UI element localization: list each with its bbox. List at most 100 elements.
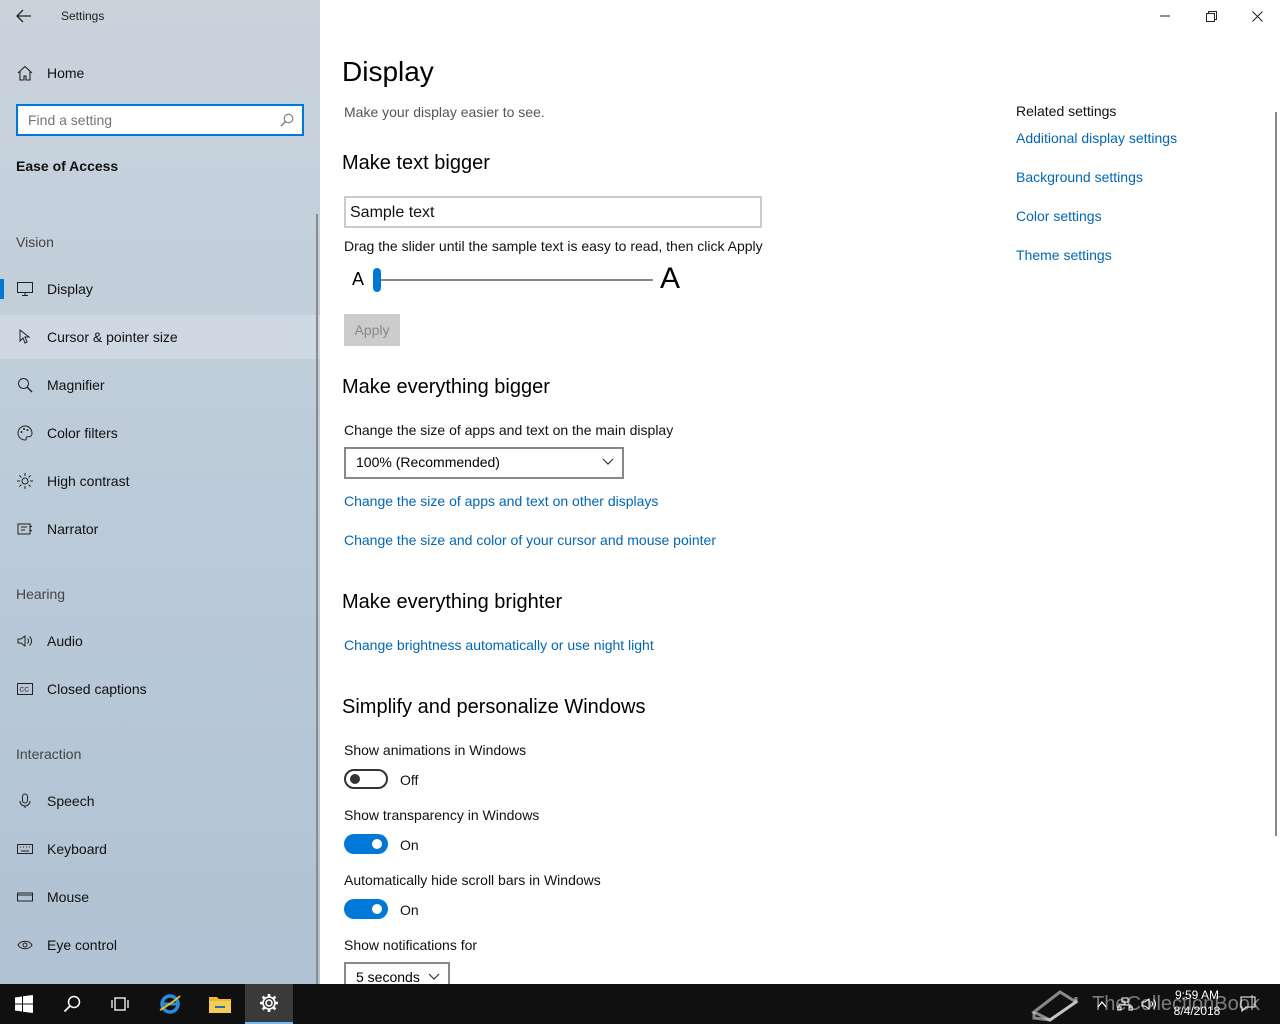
link-theme[interactable]: Theme settings [1016, 247, 1112, 263]
task-view-button[interactable] [96, 984, 144, 1024]
animations-state: Off [400, 772, 419, 788]
search-icon[interactable] [280, 113, 294, 132]
text-size-slider[interactable]: A A [344, 262, 694, 298]
search-input[interactable] [18, 106, 268, 134]
clock-time: 9:59 AM [1174, 988, 1220, 1002]
internet-explorer-icon [159, 994, 181, 1014]
edge-button[interactable] [146, 984, 194, 1024]
sidebar-item-cursor[interactable]: Cursor & pointer size [0, 315, 320, 359]
microphone-icon [16, 792, 34, 810]
monitor-icon [16, 280, 34, 298]
sidebar: Settings Home Ease of Access Vision Disp… [0, 0, 320, 984]
back-arrow-icon [16, 9, 31, 23]
sidebar-item-label: Keyboard [47, 841, 107, 857]
sidebar-item-eye-control[interactable]: Eye control [0, 923, 320, 967]
search-icon [63, 995, 81, 1013]
scale-label: Change the size of apps and text on the … [344, 422, 674, 438]
main-content: Display Make your display easier to see.… [320, 0, 1280, 994]
back-button[interactable] [8, 4, 40, 28]
eye-icon [16, 936, 34, 954]
group-header-interaction: Interaction [16, 746, 82, 762]
action-center-button[interactable] [1236, 984, 1260, 1024]
sidebar-item-mouse[interactable]: Mouse [0, 875, 320, 919]
link-night-light[interactable]: Change brightness automatically or use n… [344, 637, 654, 653]
sidebar-item-label: Speech [47, 793, 95, 809]
link-cursor-settings[interactable]: Change the size and color of your cursor… [344, 532, 716, 548]
cursor-icon [16, 328, 34, 346]
palette-icon [16, 424, 34, 442]
sidebar-item-label: Mouse [47, 889, 90, 905]
sidebar-item-home[interactable]: Home [0, 51, 320, 95]
heading-brighter: Make everything brighter [342, 591, 563, 613]
group-header-hearing: Hearing [16, 586, 66, 602]
clock[interactable]: 9:59 AM 8/4/2018 [1162, 987, 1232, 1019]
chevron-down-icon [428, 973, 440, 980]
sidebar-item-display[interactable]: Display [0, 267, 320, 311]
show-hidden-icons-button[interactable] [1092, 984, 1112, 1024]
link-color[interactable]: Color settings [1016, 208, 1102, 224]
animations-label: Show animations in Windows [344, 742, 527, 758]
sidebar-item-label: Narrator [47, 521, 99, 537]
sidebar-item-magnifier[interactable]: Magnifier [0, 363, 320, 407]
sidebar-item-color-filters[interactable]: Color filters [0, 411, 320, 455]
link-additional-display[interactable]: Additional display settings [1016, 130, 1177, 146]
notifications-dropdown-value: 5 seconds [356, 969, 420, 985]
settings-taskbar-button[interactable] [245, 984, 293, 1024]
book-logo-icon [1031, 990, 1079, 1022]
sidebar-item-high-contrast[interactable]: High contrast [0, 459, 320, 503]
minimize-button[interactable] [1142, 0, 1188, 32]
sample-text-box: Sample text [344, 196, 762, 228]
task-view-icon [111, 997, 129, 1011]
big-a-label: A [660, 262, 681, 295]
sidebar-item-closed-captions[interactable]: CC Closed captions [0, 667, 320, 711]
toggle-knob [350, 774, 360, 784]
search-taskbar-button[interactable] [48, 984, 96, 1024]
scrollbars-label: Automatically hide scroll bars in Window… [344, 872, 601, 888]
transparency-toggle[interactable] [344, 834, 388, 854]
magnifier-icon [16, 376, 34, 394]
sidebar-item-keyboard[interactable]: Keyboard [0, 827, 320, 871]
chevron-up-icon [1097, 1001, 1107, 1008]
file-explorer-button[interactable] [196, 984, 244, 1024]
folder-icon [209, 997, 231, 1013]
slider-instructions: Drag the slider until the sample text is… [344, 238, 763, 254]
notifications-label: Show notifications for [344, 937, 478, 953]
main-scrollbar[interactable] [1275, 112, 1277, 836]
chevron-down-icon [602, 458, 614, 465]
taskbar: TheCollectionBook 9:59 AM 8/4/2018 [0, 984, 1280, 1024]
speaker-icon [16, 632, 34, 650]
sidebar-item-speech[interactable]: Speech [0, 779, 320, 823]
slider-track[interactable] [376, 279, 653, 281]
search-field[interactable] [16, 104, 304, 136]
close-button[interactable] [1234, 0, 1280, 32]
title-bar-left: Settings [0, 0, 320, 32]
restore-button[interactable] [1188, 0, 1234, 32]
slider-thumb[interactable] [373, 268, 381, 292]
sidebar-item-label: Eye control [47, 937, 118, 953]
scale-dropdown[interactable]: 100% (Recommended) [344, 447, 624, 479]
apply-button[interactable]: Apply [344, 314, 400, 346]
page-title: Display [342, 56, 434, 87]
page-subtitle: Make your display easier to see. [344, 104, 545, 120]
sidebar-item-label: High contrast [47, 473, 130, 489]
toggle-knob [372, 904, 382, 914]
start-button[interactable] [0, 984, 48, 1024]
narrator-icon [16, 520, 34, 538]
link-background[interactable]: Background settings [1016, 169, 1143, 185]
app-title: Settings [61, 9, 105, 23]
sidebar-scrollbar[interactable] [316, 214, 318, 984]
volume-button[interactable] [1138, 984, 1160, 1024]
animations-toggle[interactable] [344, 769, 388, 789]
closed-captions-icon: CC [16, 680, 34, 698]
sidebar-item-label: Display [47, 281, 93, 297]
sidebar-item-label: Closed captions [47, 681, 147, 697]
sidebar-item-audio[interactable]: Audio [0, 619, 320, 663]
network-icon [1117, 997, 1133, 1011]
scrollbars-toggle[interactable] [344, 899, 388, 919]
network-button[interactable] [1114, 984, 1136, 1024]
sidebar-item-narrator[interactable]: Narrator [0, 507, 320, 551]
link-other-displays[interactable]: Change the size of apps and text on othe… [344, 493, 658, 509]
keyboard-icon [16, 840, 34, 858]
clock-date: 8/4/2018 [1173, 1004, 1221, 1018]
sidebar-item-label: Audio [47, 633, 83, 649]
